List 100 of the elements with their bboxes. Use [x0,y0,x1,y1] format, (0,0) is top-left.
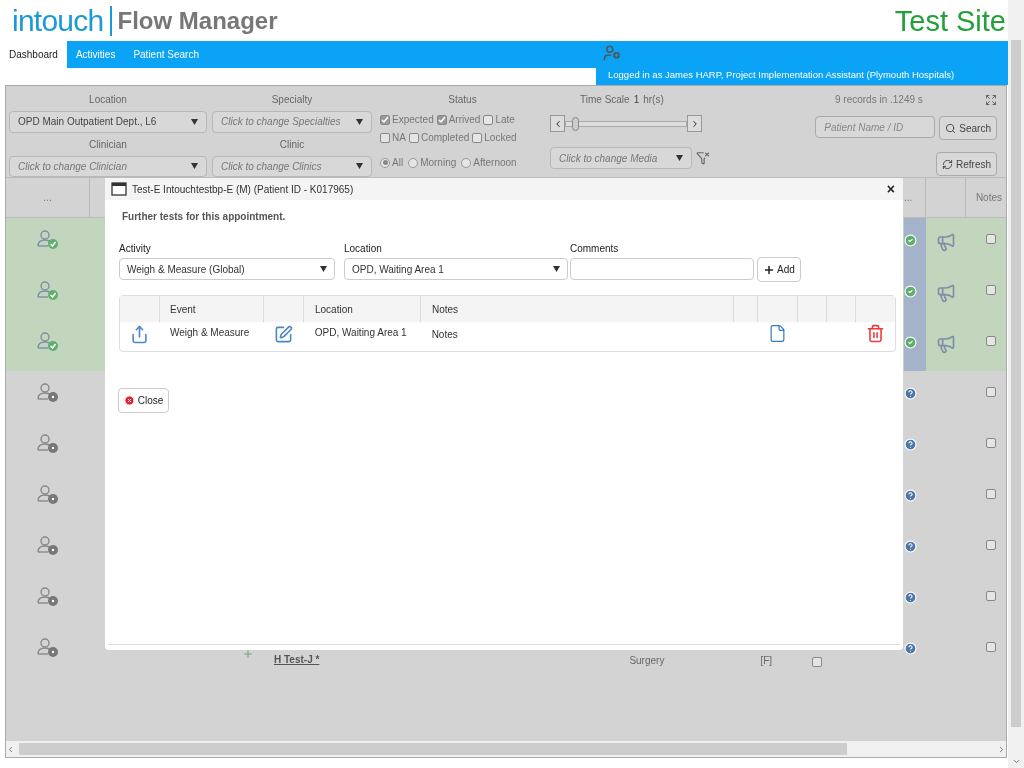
person-check-icon [37,230,59,250]
radio-button[interactable] [461,157,472,168]
help-icon[interactable] [904,387,917,400]
records-count: 9 records in .1249 s [835,93,923,107]
megaphone-icon[interactable] [936,232,956,252]
filter-label: Clinician [89,137,127,152]
checkbox-label: Completed [420,131,470,145]
checkbox[interactable] [408,132,419,143]
checkbox-label: Arrived [448,113,481,127]
location-select[interactable]: OPD Main Outpatient Dept., L6 [9,111,207,133]
column-header: Notes [974,191,1003,205]
checkbox[interactable] [483,114,494,125]
time-scale-label: Time Scale [580,93,630,107]
scroll-left-icon[interactable] [6,744,15,754]
radio-label: Morning [420,156,457,170]
scroll-down-icon[interactable] [1011,757,1021,766]
dialog-heading: Further tests for this appointment. [122,210,287,224]
help-icon[interactable] [904,438,917,451]
checkbox[interactable] [380,114,390,125]
caret-icon [191,163,198,170]
horizontal-scrollbar[interactable] [6,741,1006,757]
radio-button[interactable] [380,157,390,168]
activity-select[interactable]: Weigh & Measure (Global) [119,258,335,280]
megaphone-icon[interactable] [936,334,956,354]
checkbox[interactable] [812,657,823,667]
dialog-title: Test-E Intouchtestbp-E (M) (Patient ID - K017965) [132,182,354,197]
clear-filter-icon[interactable] [696,150,710,166]
checkbox[interactable] [380,132,390,143]
fullscreen-icon[interactable] [985,93,997,106]
help-icon[interactable] [904,489,917,502]
flag-text: [F] [760,654,773,668]
slider-right-button[interactable] [687,115,702,132]
column-header: Location [304,296,421,322]
user-settings-icon[interactable] [603,44,621,62]
checkbox[interactable] [986,234,996,244]
patient-link[interactable]: H Test-J * [274,652,320,667]
checkbox[interactable] [986,540,996,550]
help-icon[interactable] [904,540,917,553]
patient-search-field[interactable]: Patient Name / ID [815,116,936,138]
field-label: Comments [570,242,620,256]
specialty-text: Surgery [629,654,665,668]
refresh-button[interactable]: Refresh [936,152,997,176]
window-icon [111,182,127,196]
logged-in-text: Logged in as James HARP, Project Implementation Assistant (Plymouth Hospitals) [608,67,956,82]
checkbox[interactable] [986,642,996,652]
caret-icon [320,266,327,272]
notes-cell-text: Notes [430,328,459,342]
check-icon [381,115,389,124]
caret-icon [553,266,560,272]
refresh-icon [942,158,953,170]
time-scale-value: 1 [633,93,640,107]
checkbox[interactable] [986,438,996,448]
caret-icon [356,163,363,170]
checkbox[interactable] [986,336,996,346]
slider-thumb[interactable] [571,116,579,131]
slider-left-button[interactable] [550,115,565,132]
filter-label: Specialty [271,93,313,107]
share-icon[interactable] [130,325,150,344]
caret-icon [676,155,684,161]
add-button[interactable]: Add [757,257,801,282]
megaphone-icon[interactable] [936,283,956,303]
field-label: Location [344,242,383,256]
checkbox[interactable] [986,387,996,397]
search-button[interactable]: Search [939,116,997,140]
add-icon[interactable] [242,648,254,660]
column-header: ... [6,178,90,217]
person-check-icon [37,332,59,352]
filter-label: Location [89,93,127,107]
help-icon[interactable] [904,642,917,655]
location-select[interactable]: OPD, Waiting Area 1 [344,258,568,280]
close-button[interactable]: × [886,178,895,200]
field-label: Activity [119,242,152,256]
delete-icon[interactable] [865,324,885,343]
edit-icon[interactable] [274,325,294,344]
comments-field[interactable] [570,258,754,280]
logo: intouch [12,5,104,36]
checkbox-label: Locked [484,131,517,145]
checkbox[interactable] [472,132,483,143]
nav-tab[interactable]: Dashboard [0,41,67,68]
location-cell-text: OPD, Waiting Area 1 [313,326,408,340]
column-header: Event [160,296,264,322]
scroll-right-icon[interactable] [997,744,1006,754]
radio-button[interactable] [408,157,419,168]
close-icon [123,395,135,406]
close-dialog-button[interactable]: Close [118,388,169,413]
checkbox[interactable] [986,591,996,601]
app-name: Flow Manager [117,5,278,36]
help-icon[interactable] [904,591,917,604]
vertical-scrollbar[interactable] [1008,0,1024,768]
time-scale-unit: hr(s) [643,93,664,107]
checkbox[interactable] [986,489,996,499]
checkbox[interactable] [986,285,996,295]
filter-label: Status [448,93,477,107]
site-name: Test Site [894,4,1006,39]
event-cell-text: Weigh & Measure [168,326,251,340]
column-header: Notes [421,296,734,322]
radio-label: Afternoon [473,156,517,170]
column-header: ... [904,178,926,217]
checkbox-label: Late [495,113,515,127]
checkbox[interactable] [436,114,447,125]
